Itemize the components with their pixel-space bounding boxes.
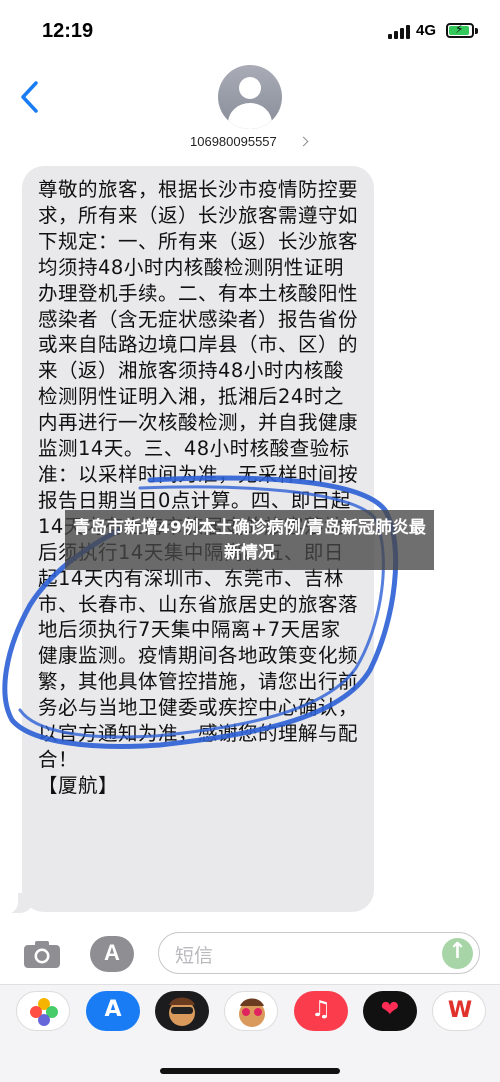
cellular-signal-icon [388,25,412,39]
chevron-right-icon [298,136,309,147]
contact-number[interactable]: 106980095557 [190,134,277,149]
app-store-icon[interactable]: A [86,991,140,1031]
message-input[interactable]: 短信 ↑ [158,932,480,974]
camera-button[interactable] [22,938,62,970]
arrow-up-icon: ↑ [448,939,467,964]
headline-text: 青岛市新增49例本土确诊病例/青岛新冠肺炎最新情况 [73,518,426,563]
status-time: 12:19 [42,20,94,42]
send-button[interactable]: ↑ [442,938,473,969]
photos-icon[interactable] [16,991,70,1031]
message-input-placeholder: 短信 [175,945,214,967]
back-button[interactable] [18,80,42,114]
wps-icon[interactable]: W [432,991,486,1031]
status-bar: 12:19 4G ⚡ [0,0,500,60]
headline-banner: 青岛市新增49例本土确诊病例/青岛新冠肺炎最新情况 [65,510,434,570]
app-store-button[interactable]: A [90,936,134,972]
network-type: 4G [416,22,437,39]
home-indicator [160,1068,340,1074]
memoji-icon[interactable] [155,991,209,1031]
app-store-icon: A [104,940,120,965]
chevron-left-icon [21,81,38,113]
camera-icon [24,941,60,968]
battery-tip [475,28,478,34]
memoji-hearts-icon[interactable] [224,991,278,1031]
person-avatar-icon[interactable] [218,65,282,129]
digital-touch-icon[interactable]: ❤ [363,991,417,1031]
music-icon[interactable]: ♫ [294,991,348,1031]
battery-charging-icon: ⚡ [446,22,474,38]
